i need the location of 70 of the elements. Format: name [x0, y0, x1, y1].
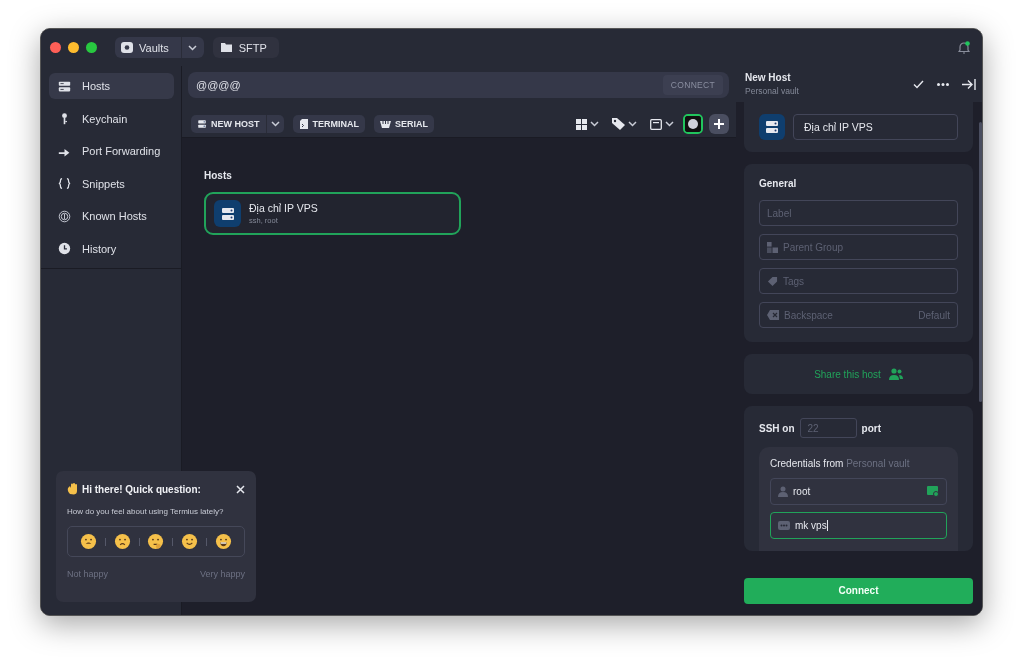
survey-title: Hi there! Quick question:	[82, 483, 202, 495]
caret-icon	[590, 121, 599, 127]
close-icon[interactable]	[236, 484, 245, 494]
vault-icon	[121, 42, 133, 53]
tag-icon	[767, 275, 778, 287]
scale-label: Not happy	[67, 569, 109, 579]
search-field[interactable]: @@@@ CONNECT	[188, 72, 729, 98]
password-field[interactable]: mk vps	[770, 512, 947, 539]
folder-icon	[220, 43, 232, 52]
zoom-window-button[interactable]	[86, 42, 97, 53]
sidebar-item[interactable]: Hosts	[49, 73, 174, 99]
password-icon	[778, 521, 790, 530]
checkmark-icon[interactable]	[913, 79, 924, 89]
serial-port-icon	[380, 120, 391, 128]
credentials-label: Credentials from Personal vault	[770, 458, 911, 469]
toolbar-button[interactable]: NEW HOST	[191, 115, 284, 133]
bell-icon[interactable]	[958, 41, 970, 54]
toolbar-button[interactable]: SERIAL	[374, 115, 434, 133]
terminal-icon	[298, 119, 309, 129]
sidebar-item[interactable]: History	[49, 235, 174, 262]
users-icon	[888, 368, 903, 380]
grid-icon[interactable]	[576, 118, 587, 130]
key-card-icon[interactable]	[927, 486, 939, 497]
sidebar-item[interactable]: Keychain	[49, 105, 174, 132]
server-icon	[219, 205, 236, 222]
address-field[interactable]: Địa chỉ IP VPS	[793, 114, 958, 140]
more-icon[interactable]	[937, 82, 949, 86]
toolbar-button[interactable]: TERMINAL	[292, 115, 365, 133]
ssh-label: SSH on	[759, 422, 795, 434]
user-icon	[778, 486, 788, 497]
close-window-button[interactable]	[50, 42, 61, 53]
section-heading: Hosts	[204, 170, 233, 181]
caret-icon	[270, 121, 280, 127]
group-icon	[767, 241, 778, 253]
face-icon[interactable]	[113, 533, 131, 550]
minimize-window-button[interactable]	[68, 42, 79, 53]
waving-hand-icon	[67, 483, 79, 495]
plus-icon	[714, 119, 724, 129]
tag-icon[interactable]	[612, 118, 625, 130]
server-icon	[764, 119, 780, 135]
vault-selector[interactable]: Vaults	[115, 37, 204, 58]
username-field[interactable]: root	[770, 478, 947, 505]
add-button[interactable]	[709, 114, 729, 134]
display-icon[interactable]	[650, 118, 662, 130]
avatar-icon[interactable]	[683, 114, 703, 134]
section-heading: General	[759, 178, 798, 189]
panel-subtitle: Personal vault	[745, 86, 799, 96]
scrollbar[interactable]	[979, 122, 982, 402]
port-label: port	[861, 422, 881, 434]
backspace-icon	[767, 310, 779, 320]
sidebar-item[interactable]: Port Forwarding	[49, 138, 174, 164]
face-icon[interactable]	[214, 533, 232, 550]
share-host-button[interactable]: Share this host	[744, 354, 973, 394]
server-icon	[58, 79, 71, 93]
scale-label: Very happy	[199, 569, 245, 579]
caret-icon	[665, 121, 674, 127]
sidebar-item[interactable]: Snippets	[49, 170, 174, 197]
clock-icon	[58, 242, 71, 255]
face-icon[interactable]	[147, 533, 165, 550]
collapse-panel-icon[interactable]	[962, 78, 976, 90]
braces-icon	[58, 177, 71, 190]
survey-question: How do you feel about using Termius lately?	[67, 507, 225, 516]
caret-icon	[628, 121, 637, 127]
sftp-tab[interactable]: SFTP	[212, 37, 279, 58]
server-icon	[197, 119, 207, 129]
sidebar-item[interactable]: Known Hosts	[49, 203, 174, 229]
panel-title: New Host	[745, 72, 792, 83]
caret-icon	[188, 44, 198, 51]
face-icon[interactable]	[181, 533, 199, 550]
face-icon[interactable]	[79, 533, 97, 550]
